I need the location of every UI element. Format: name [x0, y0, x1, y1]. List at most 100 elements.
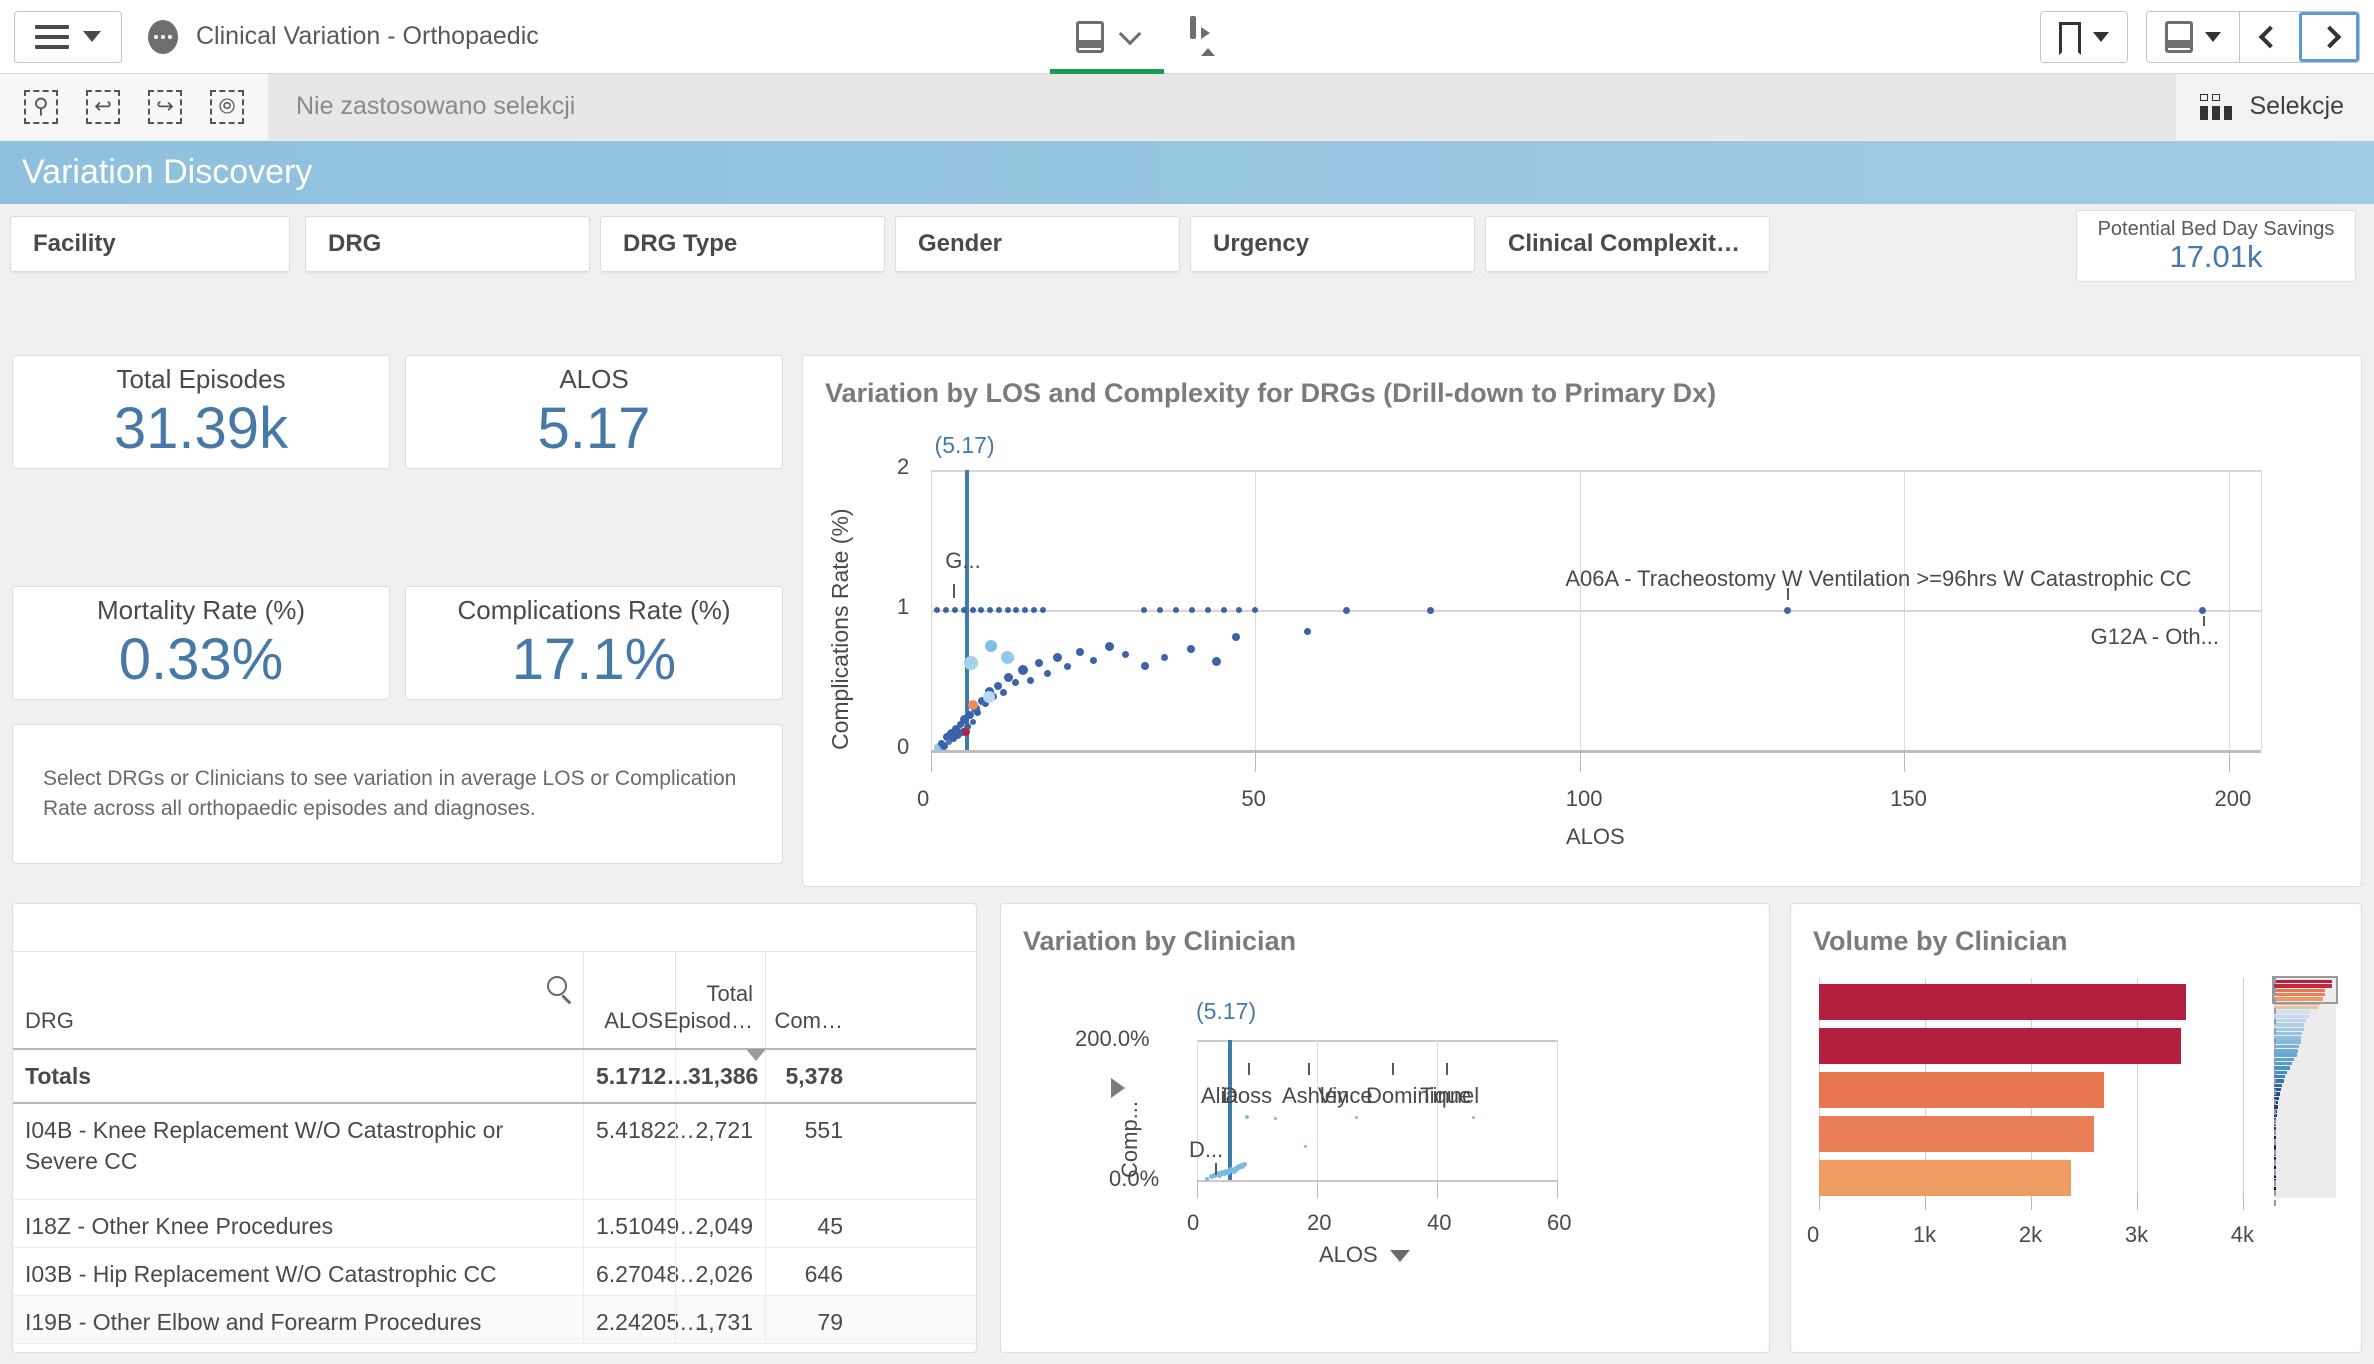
scatter-point[interactable] — [969, 719, 976, 725]
bar[interactable] — [1819, 984, 2186, 1020]
scatter-point[interactable] — [967, 700, 978, 711]
clear-selections-button[interactable]: ⦾ — [196, 74, 258, 140]
scatter-point[interactable] — [984, 640, 997, 653]
column-header-alos[interactable]: ALOS — [583, 952, 675, 1048]
minimap-selection-window[interactable] — [2272, 976, 2338, 1004]
kpi-complications-rate[interactable]: Complications Rate (%) 17.1% — [405, 586, 783, 700]
filter-drg[interactable]: DRG — [305, 216, 590, 272]
table-row[interactable]: I03B - Hip Replacement W/O Catastrophic … — [13, 1248, 976, 1297]
scatter-point[interactable] — [943, 607, 950, 613]
scatter-point[interactable] — [934, 607, 941, 613]
scatter-point[interactable] — [1161, 654, 1169, 662]
scatter-point[interactable] — [1172, 607, 1179, 613]
scatter-point[interactable] — [1034, 659, 1043, 668]
bar[interactable] — [1819, 1072, 2104, 1108]
next-sheet-button[interactable] — [2299, 12, 2359, 62]
scatter-point[interactable] — [1245, 1115, 1250, 1119]
tab-presentation-view[interactable] — [1164, 0, 1250, 74]
selections-panel-button[interactable]: Selekcje — [2175, 73, 2374, 140]
scatter-point[interactable] — [1427, 606, 1435, 614]
scatter-point[interactable] — [1342, 606, 1350, 614]
scatter-point[interactable] — [974, 708, 982, 716]
app-more-icon[interactable] — [148, 19, 178, 54]
tab-sheet-view[interactable] — [1050, 0, 1164, 74]
kpi-total-episodes[interactable]: Total Episodes 31.39k — [12, 355, 390, 469]
bar-chart-volume-by-clinician[interactable]: 0 1k 2k 3k 4k — [1791, 904, 2363, 1354]
scatter-point[interactable] — [1039, 607, 1046, 613]
scatter-point[interactable] — [1011, 679, 1019, 687]
kpi-mortality-rate[interactable]: Mortality Rate (%) 0.33% — [12, 586, 390, 700]
navigation-menu-button[interactable] — [14, 10, 122, 63]
scatter-point[interactable] — [1188, 607, 1195, 613]
scatter-point[interactable] — [1220, 607, 1227, 613]
scatter-chart-clinician[interactable]: Comp... 200.0% 0.0% 0 20 40 60 (5.17) Alia Doss As… — [1001, 904, 1771, 1354]
scatter-point[interactable] — [1157, 607, 1164, 613]
scatter-point[interactable] — [1354, 1115, 1358, 1119]
scatter-point[interactable] — [983, 690, 996, 703]
filter-drg-type[interactable]: DRG Type — [600, 216, 885, 272]
scatter-point[interactable] — [1104, 641, 1114, 651]
bar[interactable] — [1819, 1028, 2182, 1064]
kpi-alos[interactable]: ALOS 5.17 — [405, 355, 783, 469]
column-header-drg[interactable]: DRG — [13, 952, 583, 1048]
scatter-point[interactable] — [960, 607, 967, 613]
expand-arrow-icon[interactable] — [1111, 1078, 1125, 1098]
scatter-point[interactable] — [2199, 606, 2207, 614]
bar[interactable] — [1819, 1116, 2095, 1152]
previous-sheet-button[interactable] — [2239, 12, 2299, 62]
scatter-point[interactable] — [1204, 1176, 1209, 1181]
scatter-point[interactable] — [1204, 607, 1211, 613]
scatter-point[interactable] — [1000, 689, 1008, 697]
table-row[interactable]: I19B - Other Elbow and Forearm Procedure… — [13, 1296, 976, 1345]
scatter-point[interactable] — [1141, 662, 1150, 670]
scatter-point[interactable] — [969, 607, 976, 613]
scatter-point[interactable] — [1013, 607, 1020, 613]
search-icon[interactable] — [547, 976, 567, 996]
scatter-point[interactable] — [995, 607, 1002, 613]
filter-clinical-complexity[interactable]: Clinical Complexit… — [1485, 216, 1770, 272]
x-axis-title[interactable]: ALOS — [1319, 1242, 1410, 1268]
scatter-point[interactable] — [1783, 606, 1791, 614]
scatter-point[interactable] — [1186, 645, 1195, 654]
step-back-button[interactable]: ↩ — [72, 74, 134, 140]
selection-input-area[interactable]: Nie zastosowano selekcji — [268, 73, 2176, 140]
scatter-point[interactable] — [1044, 669, 1052, 677]
chevron-down-icon[interactable] — [1389, 1250, 1410, 1263]
selection-search-button[interactable]: ⚲ — [10, 74, 72, 140]
step-forward-button[interactable]: ↪ — [134, 74, 196, 140]
scatter-point[interactable] — [1241, 1162, 1247, 1168]
bar[interactable] — [1819, 1160, 2072, 1196]
table-row[interactable]: I18Z - Other Knee Procedures 1.51049… 2,… — [13, 1200, 976, 1249]
scatter-point[interactable] — [978, 607, 985, 613]
scatter-point[interactable] — [1063, 662, 1071, 670]
scatter-point[interactable] — [1030, 607, 1037, 613]
scatter-point[interactable] — [952, 607, 958, 613]
scatter-point[interactable] — [1089, 656, 1097, 664]
scatter-point[interactable] — [1022, 607, 1029, 613]
filter-urgency[interactable]: Urgency — [1190, 216, 1475, 272]
scatter-point[interactable] — [1236, 607, 1243, 613]
scatter-point[interactable] — [1001, 651, 1015, 665]
kpi-potential-bed-day-savings[interactable]: Potential Bed Day Savings 17.01k — [2076, 210, 2356, 282]
scatter-point[interactable] — [987, 607, 994, 613]
scatter-chart-los-complexity[interactable]: Complications Rate (%) 0 1 2 0 50 100 150 200 (5.… — [803, 356, 2363, 888]
scatter-point[interactable] — [1471, 1115, 1475, 1119]
sheet-list-button[interactable] — [2147, 12, 2239, 62]
scatter-point[interactable] — [1076, 648, 1085, 656]
scatter-point[interactable] — [964, 656, 979, 671]
scatter-point[interactable] — [1303, 627, 1311, 635]
scatter-point[interactable] — [1004, 607, 1011, 613]
filter-facility[interactable]: Facility — [10, 216, 290, 272]
column-header-complications[interactable]: Com… — [765, 952, 855, 1048]
filter-gender[interactable]: Gender — [895, 216, 1180, 272]
scatter-point[interactable] — [1211, 657, 1221, 667]
scatter-point[interactable] — [1122, 651, 1130, 659]
column-header-total-episodes[interactable]: Total Episod… — [664, 952, 765, 1048]
scatter-point[interactable] — [1231, 632, 1240, 641]
table-row[interactable]: I04B - Knee Replacement W/O Catastrophic… — [13, 1104, 976, 1201]
bookmarks-button[interactable] — [2041, 12, 2127, 62]
scatter-point[interactable] — [1053, 653, 1062, 663]
scatter-point[interactable] — [1303, 1144, 1307, 1148]
scatter-point[interactable] — [1027, 676, 1035, 684]
scatter-point[interactable] — [962, 727, 971, 736]
